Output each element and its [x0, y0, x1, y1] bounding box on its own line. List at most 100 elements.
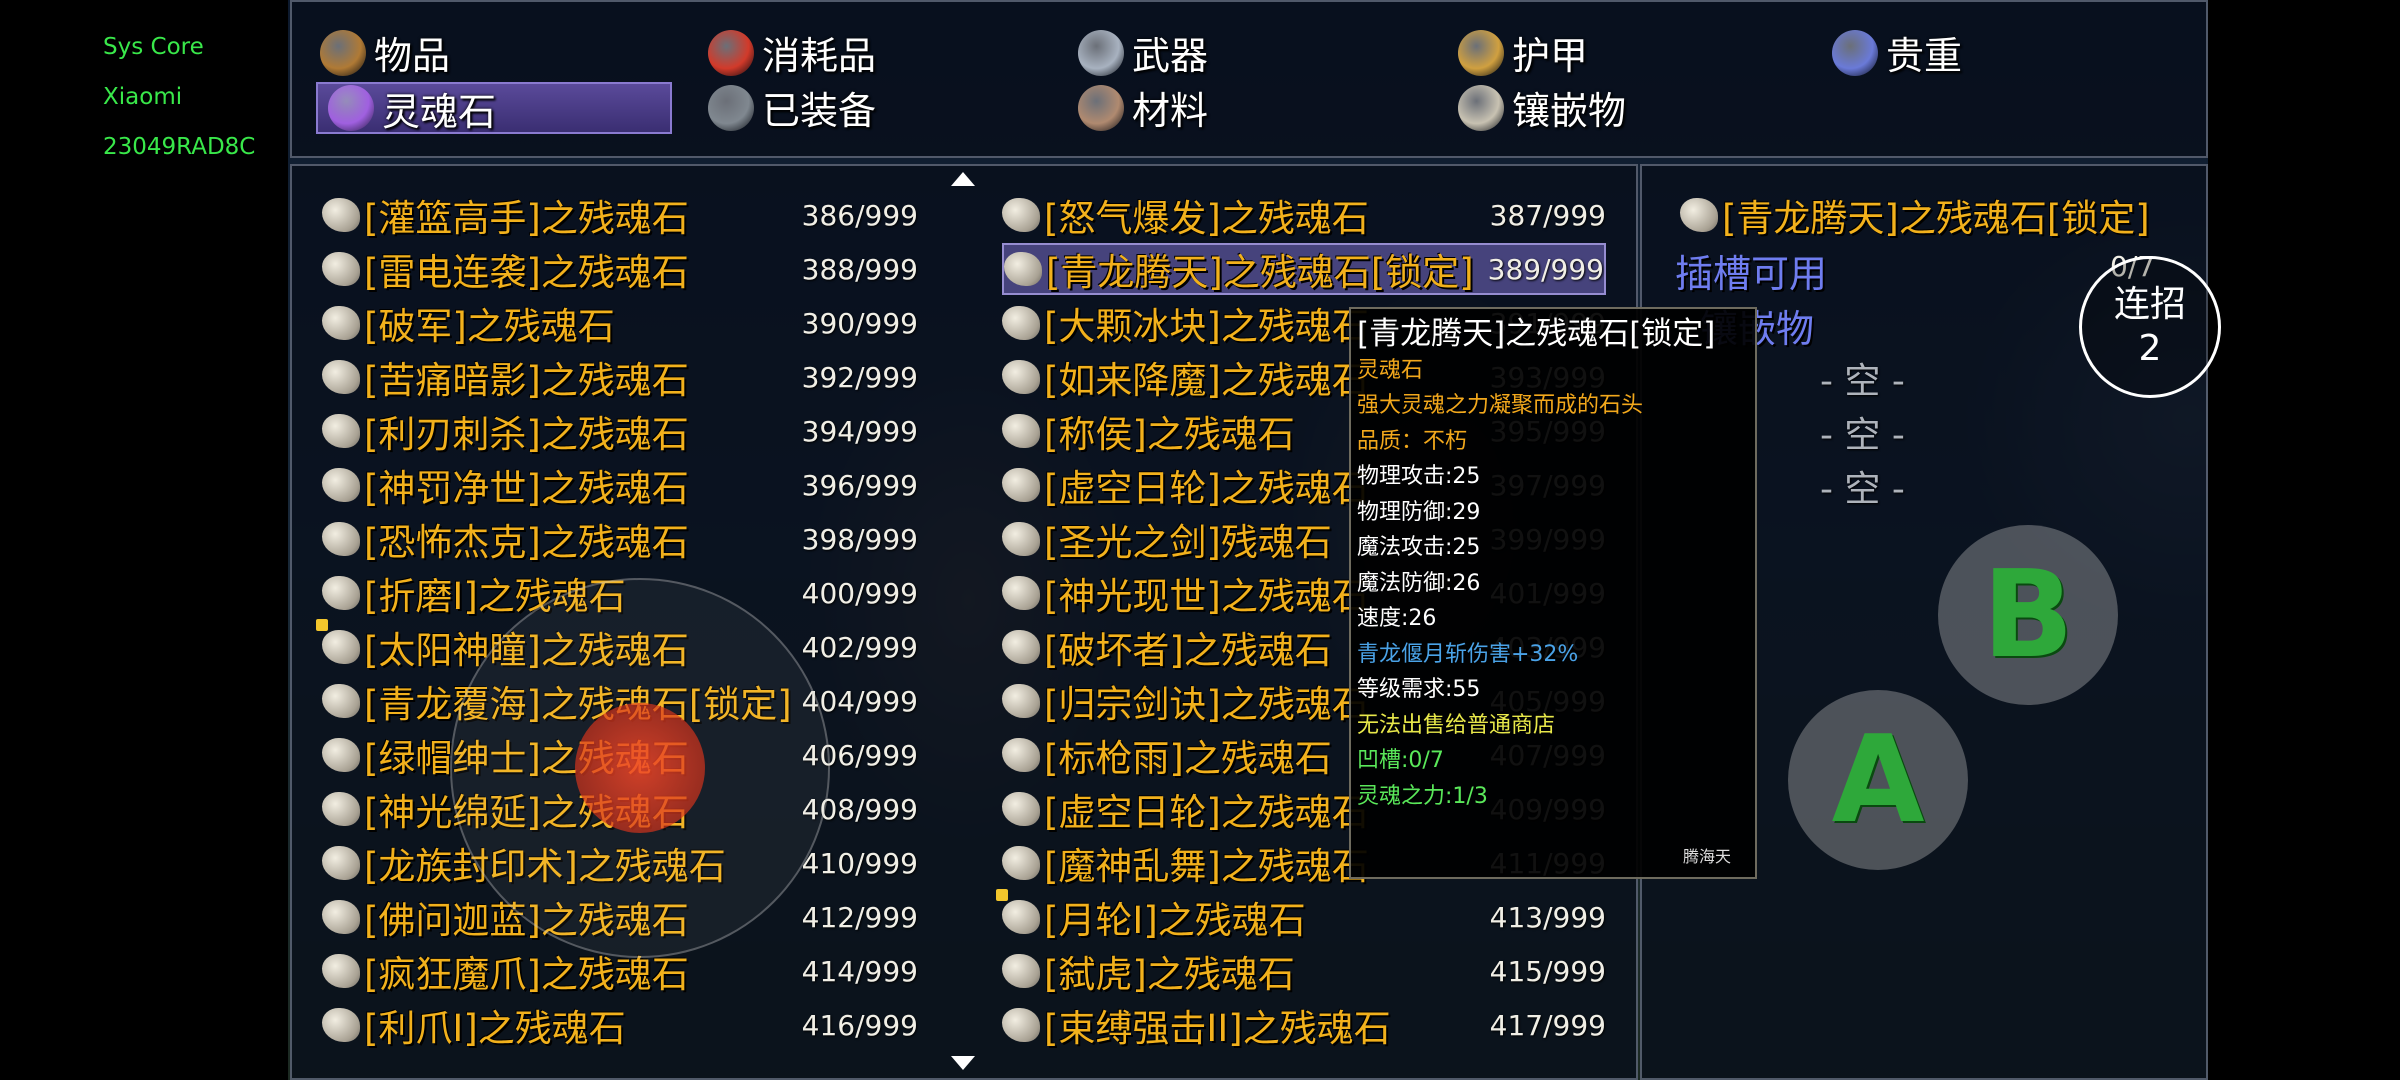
tab-8[interactable]: 材料	[1078, 80, 1208, 135]
item-count: 412/999	[801, 900, 918, 934]
armor-icon	[1458, 29, 1504, 76]
tab-2[interactable]: 消耗品	[708, 25, 876, 80]
item-name: [魔神乱舞]之残魂石	[1044, 845, 1369, 888]
item-count: 386/999	[801, 198, 918, 232]
soul-stone-icon	[1002, 738, 1040, 772]
list-item[interactable]: [月轮I]之残魂石 413/999	[996, 889, 1606, 943]
list-item[interactable]: [恐怖杰克]之残魂石 398/999	[322, 513, 918, 565]
tab-1[interactable]: 物品	[320, 25, 450, 80]
tab-label: 镶嵌物	[1512, 89, 1627, 133]
item-name: [苦痛暗影]之残魂石	[364, 359, 689, 402]
soul-stone-icon	[1002, 522, 1040, 556]
item-name: [利爪I]之残魂石	[364, 1007, 626, 1050]
tab-7[interactable]: 已装备	[708, 80, 876, 135]
soul-orb-icon	[328, 85, 374, 131]
soul-stone-icon	[322, 846, 360, 880]
soul-stone-icon	[322, 198, 360, 232]
tooltip-footer: 腾海天	[1682, 847, 1731, 866]
tooltip-line: 品质：不朽	[1357, 428, 1468, 454]
chest-icon	[1832, 29, 1878, 76]
soul-stone-icon	[322, 954, 360, 988]
scroll-up-arrow[interactable]	[951, 172, 975, 186]
soul-stone-icon	[1002, 306, 1040, 340]
list-item[interactable]: [青龙腾天]之残魂石[锁定] 389/999	[1002, 243, 1606, 295]
item-tooltip: [青龙腾天]之残魂石[锁定] 灵魂石 强大灵魂之力凝聚而成的石头 品质：不朽 物理攻击…	[1349, 307, 1757, 879]
item-name: [恐怖杰克]之残魂石	[364, 521, 689, 564]
soul-stone-icon	[1002, 630, 1040, 664]
combo-label: 连招	[2113, 284, 2186, 325]
tab-label: 已装备	[762, 89, 877, 133]
item-name: [如来降魔]之残魂石	[1044, 359, 1369, 402]
tab-9[interactable]: 镶嵌物	[1458, 80, 1626, 135]
device-info: Sys Core Xiaomi 23049RAD8C	[103, 22, 255, 172]
list-item[interactable]: [苦痛暗影]之残魂石 392/999	[322, 351, 918, 403]
list-item[interactable]: [怒气爆发]之残魂石 387/999	[1002, 189, 1606, 241]
soul-stone-icon	[322, 576, 360, 610]
tooltip-line: 魔法防御:26	[1357, 570, 1481, 596]
list-item[interactable]: [雷电连袭]之残魂石 388/999	[322, 243, 918, 295]
tab-4[interactable]: 护甲	[1458, 25, 1588, 80]
soul-stone-icon	[322, 900, 360, 934]
soul-stone-icon	[1002, 198, 1040, 232]
item-name: [虚空日轮]之残魂石	[1044, 467, 1369, 510]
bag-icon	[320, 29, 366, 76]
soul-stone-icon	[322, 522, 360, 556]
device-app-name: Sys Core	[103, 34, 204, 60]
tooltip-line: 凹槽:0/7	[1357, 748, 1444, 773]
tab-6[interactable]: 灵魂石	[316, 82, 672, 134]
soul-stone-icon	[1002, 576, 1040, 610]
tooltip-line: 速度:26	[1357, 606, 1437, 631]
item-name: [圣光之剑]残魂石	[1044, 521, 1332, 564]
item-count: 414/999	[801, 954, 918, 988]
combo-button[interactable]: 连招 2	[2079, 256, 2221, 398]
item-name: [破坏者]之残魂石	[1044, 629, 1332, 672]
soul-stone-icon	[1002, 846, 1040, 880]
tab-label: 物品	[374, 34, 451, 78]
b-button[interactable]: B	[1938, 525, 2118, 705]
combo-count: 2	[2138, 328, 2162, 369]
list-item[interactable]: [灌篮高手]之残魂石 386/999	[322, 189, 918, 241]
item-count: 387/999	[1489, 198, 1606, 232]
list-item[interactable]: [利爪I]之残魂石 416/999	[322, 999, 918, 1051]
empty-slot[interactable]: - 空 -	[1820, 352, 1905, 404]
soul-stone-icon	[322, 468, 360, 502]
joystick-knob[interactable]	[575, 703, 705, 833]
list-item[interactable]: [束缚强击II]之残魂石 417/999	[1002, 999, 1606, 1051]
item-count: 417/999	[1489, 1008, 1606, 1042]
empty-slot[interactable]: - 空 -	[1820, 460, 1905, 512]
tab-5[interactable]: 贵重	[1832, 25, 1962, 80]
item-name: [弑虎]之残魂石	[1044, 953, 1295, 996]
tooltip-line: 灵魂之力:1/3	[1357, 783, 1488, 809]
tooltip-line: 无法出售给普通商店	[1357, 712, 1556, 738]
soul-stone-icon	[1002, 468, 1040, 502]
list-item[interactable]: [神罚净世]之残魂石 396/999	[322, 459, 918, 511]
soul-stone-icon	[322, 792, 360, 826]
soul-stone-icon	[1002, 414, 1040, 448]
soul-stone-icon	[322, 306, 360, 340]
tooltip-line: 物理防御:29	[1357, 499, 1481, 525]
tooltip-title: [青龙腾天]之残魂石[锁定]	[1357, 316, 1716, 352]
item-count: 398/999	[801, 522, 918, 556]
new-item-badge	[996, 889, 1008, 901]
tooltip-line: 灵魂石	[1357, 357, 1424, 383]
item-name: [雷电连袭]之残魂石	[364, 251, 689, 294]
soul-stone-icon	[1002, 360, 1040, 394]
soul-stone-icon	[1680, 198, 1718, 232]
tab-label: 材料	[1132, 89, 1209, 133]
scroll-down-arrow[interactable]	[951, 1056, 975, 1070]
a-button[interactable]: A	[1788, 690, 1968, 870]
device-brand: Xiaomi	[103, 84, 183, 110]
list-item[interactable]: [弑虎]之残魂石 415/999	[1002, 945, 1606, 997]
soul-stone-icon	[1004, 252, 1042, 286]
item-count: 410/999	[801, 846, 918, 880]
list-item[interactable]: [利刃刺杀]之残魂石 394/999	[322, 405, 918, 457]
list-item[interactable]: [破军]之残魂石 390/999	[322, 297, 918, 349]
soul-stone-icon	[322, 738, 360, 772]
soul-stone-icon	[1002, 684, 1040, 718]
empty-slot[interactable]: - 空 -	[1820, 406, 1905, 458]
virtual-joystick[interactable]	[450, 578, 830, 958]
tab-3[interactable]: 武器	[1078, 25, 1208, 80]
gem-stone-icon	[1458, 84, 1504, 131]
item-name: [怒气爆发]之残魂石	[1044, 197, 1369, 240]
item-name: [青龙腾天]之残魂石[锁定]	[1046, 251, 1474, 294]
